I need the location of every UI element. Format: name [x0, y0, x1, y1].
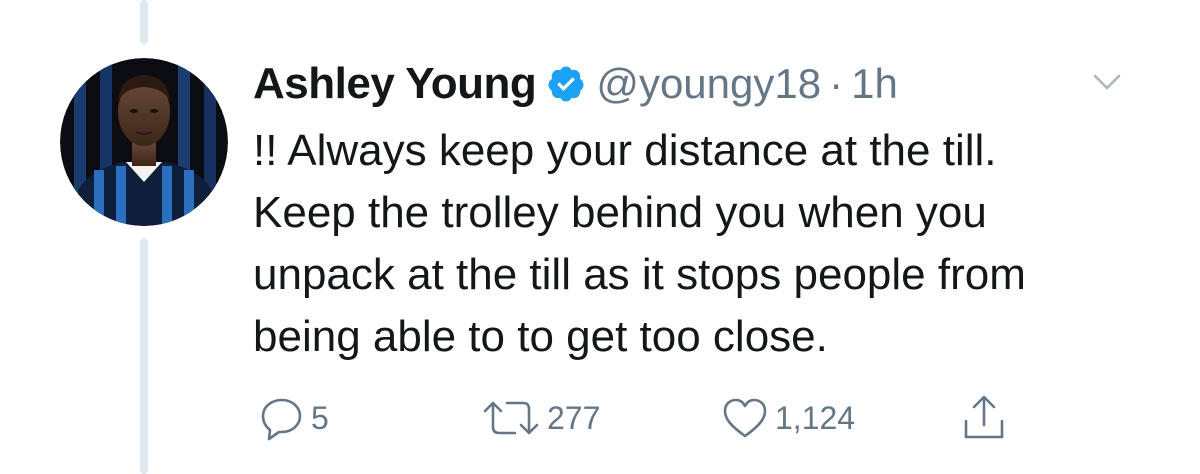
heart-icon [721, 395, 769, 441]
timestamp[interactable]: 1h [851, 60, 898, 108]
reply-count: 5 [311, 399, 329, 436]
tweet-header: Ashley Young @youngy18 · 1h [253, 52, 1173, 116]
author-name[interactable]: Ashley Young [253, 59, 537, 109]
avatar[interactable] [60, 58, 228, 226]
thread-line-top [140, 0, 148, 44]
thread-line-bottom [140, 238, 148, 474]
retweet-icon [481, 395, 541, 441]
author-handle[interactable]: @youngy18 [596, 60, 821, 108]
reply-button[interactable]: 5 [259, 390, 329, 446]
like-count: 1,124 [775, 399, 856, 436]
separator-dot: · [829, 60, 844, 107]
chevron-down-icon[interactable] [1091, 66, 1123, 98]
reply-icon [259, 395, 305, 441]
tweet-text: !! Always keep your distance at the till… [253, 126, 1026, 361]
tweet-actions: 5 277 1,124 [253, 390, 1173, 450]
like-button[interactable]: 1,124 [721, 390, 855, 446]
retweet-count: 277 [547, 399, 601, 436]
share-icon [961, 393, 1007, 443]
share-button[interactable] [961, 390, 1007, 446]
verified-badge-icon [546, 64, 586, 104]
retweet-button[interactable]: 277 [481, 390, 600, 446]
